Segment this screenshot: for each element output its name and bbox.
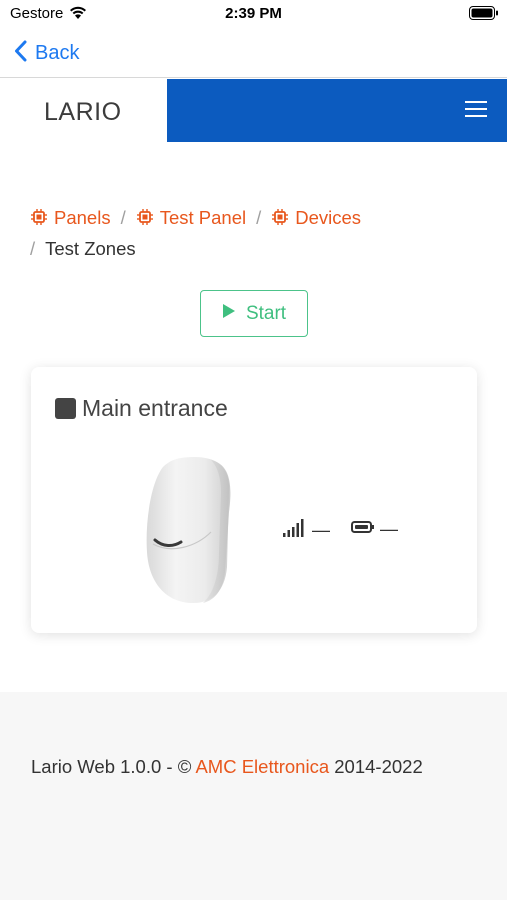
hamburger-menu-icon[interactable] (465, 101, 487, 119)
signal-value: — (312, 520, 330, 540)
start-button[interactable]: Start (200, 290, 308, 337)
motion-sensor-image (141, 452, 241, 612)
chip-icon (30, 205, 48, 234)
chip-icon (271, 205, 289, 234)
zone-header: Main entrance (55, 395, 228, 422)
breadcrumb-test-panel-label: Test Panel (159, 207, 247, 228)
breadcrumb-panels-label: Panels (54, 207, 111, 228)
back-label: Back (35, 41, 80, 64)
breadcrumb-current: Test Zones (45, 238, 136, 259)
breadcrumb-devices[interactable]: Devices (271, 207, 361, 228)
signal-bars-icon (283, 519, 307, 542)
zone-card: Main entrance — — (31, 367, 477, 633)
footer-version: Lario Web 1.0.0 - © (31, 756, 196, 777)
start-label: Start (245, 302, 287, 324)
logo-text: LARIO (44, 98, 122, 125)
footer-company-link[interactable]: AMC Elettronica (195, 756, 329, 777)
app-header: LARIO (0, 79, 507, 142)
battery-level: — (351, 519, 398, 540)
battery-icon (351, 520, 375, 539)
footer-years: 2014-2022 (329, 756, 423, 777)
battery-value: — (380, 519, 398, 539)
breadcrumb-test-panel[interactable]: Test Panel (136, 207, 246, 228)
play-icon (222, 303, 236, 324)
footer: Lario Web 1.0.0 - © AMC Elettronica 2014… (0, 692, 507, 900)
lario-logo-icon: LARIO (44, 98, 122, 125)
breadcrumb: Panels / Test Panel / Devices / Test Zones (30, 203, 480, 263)
footer-text: Lario Web 1.0.0 - © AMC Elettronica 2014… (31, 756, 423, 778)
breadcrumb-separator: / (30, 238, 36, 259)
chevron-left-icon (14, 40, 27, 67)
breadcrumb-separator: / (256, 207, 262, 228)
breadcrumb-devices-label: Devices (295, 207, 362, 228)
back-button[interactable]: Back (14, 38, 79, 68)
breadcrumb-separator: / (120, 207, 126, 228)
breadcrumb-panels[interactable]: Panels (30, 207, 111, 228)
logo[interactable]: LARIO (0, 79, 167, 142)
status-time: 2:39 PM (225, 5, 282, 22)
status-bar: Gestore 2:39 PM (0, 0, 507, 28)
zone-name: Main entrance (82, 395, 228, 421)
signal-strength: — (283, 519, 330, 542)
battery-status-icon (469, 6, 499, 25)
chip-icon (136, 205, 154, 234)
header-bar (167, 79, 507, 142)
zone-status-indicator (55, 398, 76, 419)
navigation-bar: Back (0, 28, 507, 78)
